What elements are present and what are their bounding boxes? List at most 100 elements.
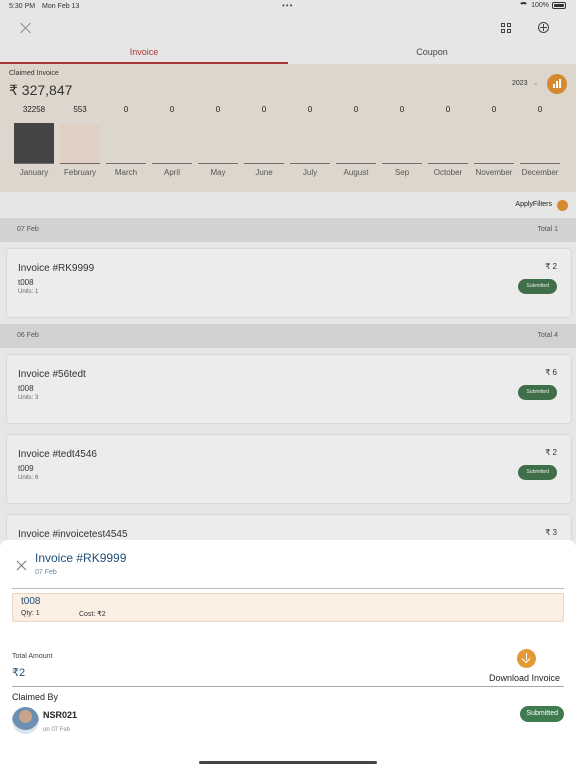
home-indicator	[0, 758, 576, 768]
status-right: 100%	[519, 2, 566, 9]
month-baseline	[244, 163, 284, 164]
divider	[12, 686, 564, 687]
status-badge: Submitted	[520, 706, 564, 722]
month-label: July	[302, 168, 318, 177]
month-value: 0	[215, 105, 221, 114]
group-total: Total 1	[537, 226, 558, 233]
divider	[12, 588, 564, 589]
month-column[interactable]: 0 October	[426, 102, 470, 182]
month-label: Sep	[394, 168, 410, 177]
invoice-card[interactable]: Invoice #56tedt ₹ 6 t008 Units: 3 Submit…	[6, 354, 572, 424]
claimed-invoice-panel: Claimed Invoice ₹ 327,847 2023 32258 Janu…	[0, 64, 576, 192]
month-column[interactable]: 0 May	[196, 102, 240, 182]
year-selector[interactable]: 2023	[512, 79, 538, 87]
item-cost: Cost: ₹2	[79, 611, 106, 618]
filter-row: ApplyFilters	[0, 192, 576, 218]
month-value: 0	[261, 105, 267, 114]
month-baseline	[60, 163, 100, 164]
download-icon[interactable]	[517, 649, 536, 668]
month-value: 0	[399, 105, 405, 114]
monthly-bar-chart: 32258 January 553 February 0 March 0 April 0 May 0…	[12, 102, 566, 182]
wifi-icon	[519, 2, 529, 9]
add-circle-icon[interactable]	[538, 22, 549, 33]
date-group-header: 07 Feb Total 1	[0, 218, 576, 242]
month-value: 0	[169, 105, 175, 114]
month-baseline	[290, 163, 330, 164]
close-icon[interactable]	[16, 560, 27, 571]
status-bar: 5:30 PM Mon Feb 13 ••• 100%	[0, 0, 576, 14]
month-label: October	[433, 168, 463, 177]
claimed-invoice-label: Claimed Invoice	[9, 70, 59, 77]
invoice-card[interactable]: Invoice #invoicetest4545 ₹ 3	[6, 514, 572, 540]
month-baseline	[428, 163, 468, 164]
line-item: t008 Qty: 1 Cost: ₹2	[12, 593, 564, 622]
month-value: 0	[445, 105, 451, 114]
month-baseline	[152, 163, 192, 164]
apply-filters-label[interactable]: ApplyFilters	[515, 201, 552, 208]
group-date: 07 Feb	[17, 226, 39, 233]
month-column[interactable]: 0 June	[242, 102, 286, 182]
month-value: 0	[353, 105, 359, 114]
month-label: November	[475, 168, 513, 177]
month-column[interactable]: 0 Sep	[380, 102, 424, 182]
month-column[interactable]: 0 July	[288, 102, 332, 182]
battery-icon	[552, 2, 566, 9]
bar-chart-icon[interactable]	[547, 74, 567, 94]
status-date: Mon Feb 13	[42, 3, 80, 10]
invoice-amount: ₹ 2	[545, 262, 557, 271]
qr-code-icon[interactable]	[501, 23, 511, 33]
item-code: t008	[21, 596, 41, 607]
month-column[interactable]: 0 March	[104, 102, 148, 182]
group-total: Total 4	[537, 332, 558, 339]
month-baseline	[106, 163, 146, 164]
tab-bar: Invoice Coupon	[0, 44, 576, 64]
invoice-card[interactable]: Invoice #RK9999 ₹ 2 t008 Units: 1 Submit…	[6, 248, 572, 318]
user-claim-date: on 07 Feb	[43, 727, 71, 733]
claimed-by-label: Claimed By	[12, 692, 59, 702]
invoice-title: Invoice #tedt4546	[18, 449, 97, 460]
month-label: March	[114, 168, 138, 177]
month-bar	[14, 123, 54, 163]
status-badge: Submitted	[518, 385, 557, 400]
invoice-card[interactable]: Invoice #tedt4546 ₹ 2 t009 Units: 6 Subm…	[6, 434, 572, 504]
total-amount-label: Total Amount	[12, 653, 53, 660]
invoice-list[interactable]: 07 Feb Total 1 Invoice #RK9999 ₹ 2 t008 …	[0, 218, 576, 540]
sheet-date: 07 Feb	[35, 569, 57, 576]
sheet-title: Invoice #RK9999	[35, 551, 127, 565]
tab-invoice[interactable]: Invoice	[0, 44, 288, 64]
user-name: NSR021	[43, 710, 78, 720]
tab-coupon[interactable]: Coupon	[288, 44, 576, 64]
month-baseline	[198, 163, 238, 164]
total-amount-value: ₹2	[12, 667, 26, 679]
top-nav	[0, 14, 576, 44]
invoice-units: Units: 3	[18, 395, 39, 401]
month-column[interactable]: 0 December	[518, 102, 562, 182]
month-baseline	[14, 163, 54, 164]
status-badge: Submitted	[518, 279, 557, 294]
filter-icon[interactable]	[557, 200, 568, 211]
month-bar	[60, 125, 100, 163]
month-label: August	[343, 168, 369, 177]
month-column[interactable]: 0 November	[472, 102, 516, 182]
status-badge: Submitted	[518, 465, 557, 480]
invoice-amount: ₹ 6	[545, 368, 557, 377]
close-icon[interactable]	[20, 22, 32, 34]
month-value: 0	[537, 105, 543, 114]
multitask-dots[interactable]: •••	[282, 1, 293, 10]
month-label: December	[521, 168, 559, 177]
invoice-code: t008	[18, 278, 34, 287]
item-qty: Qty: 1	[21, 610, 40, 617]
date-group-header: 06 Feb Total 4	[0, 324, 576, 348]
invoice-detail-sheet: Invoice #RK9999 07 Feb t008 Qty: 1 Cost:…	[0, 540, 576, 758]
month-baseline	[474, 163, 514, 164]
month-column[interactable]: 0 August	[334, 102, 378, 182]
month-label: June	[255, 168, 273, 177]
invoice-amount: ₹ 3	[545, 528, 557, 537]
month-value: 32258	[22, 105, 46, 114]
invoice-title: Invoice #invoicetest4545	[18, 529, 128, 540]
month-column[interactable]: 0 April	[150, 102, 194, 182]
month-label: April	[163, 168, 180, 177]
download-invoice-button[interactable]: Download Invoice	[489, 673, 560, 683]
month-column[interactable]: 553 February	[58, 102, 102, 182]
month-column[interactable]: 32258 January	[12, 102, 56, 182]
